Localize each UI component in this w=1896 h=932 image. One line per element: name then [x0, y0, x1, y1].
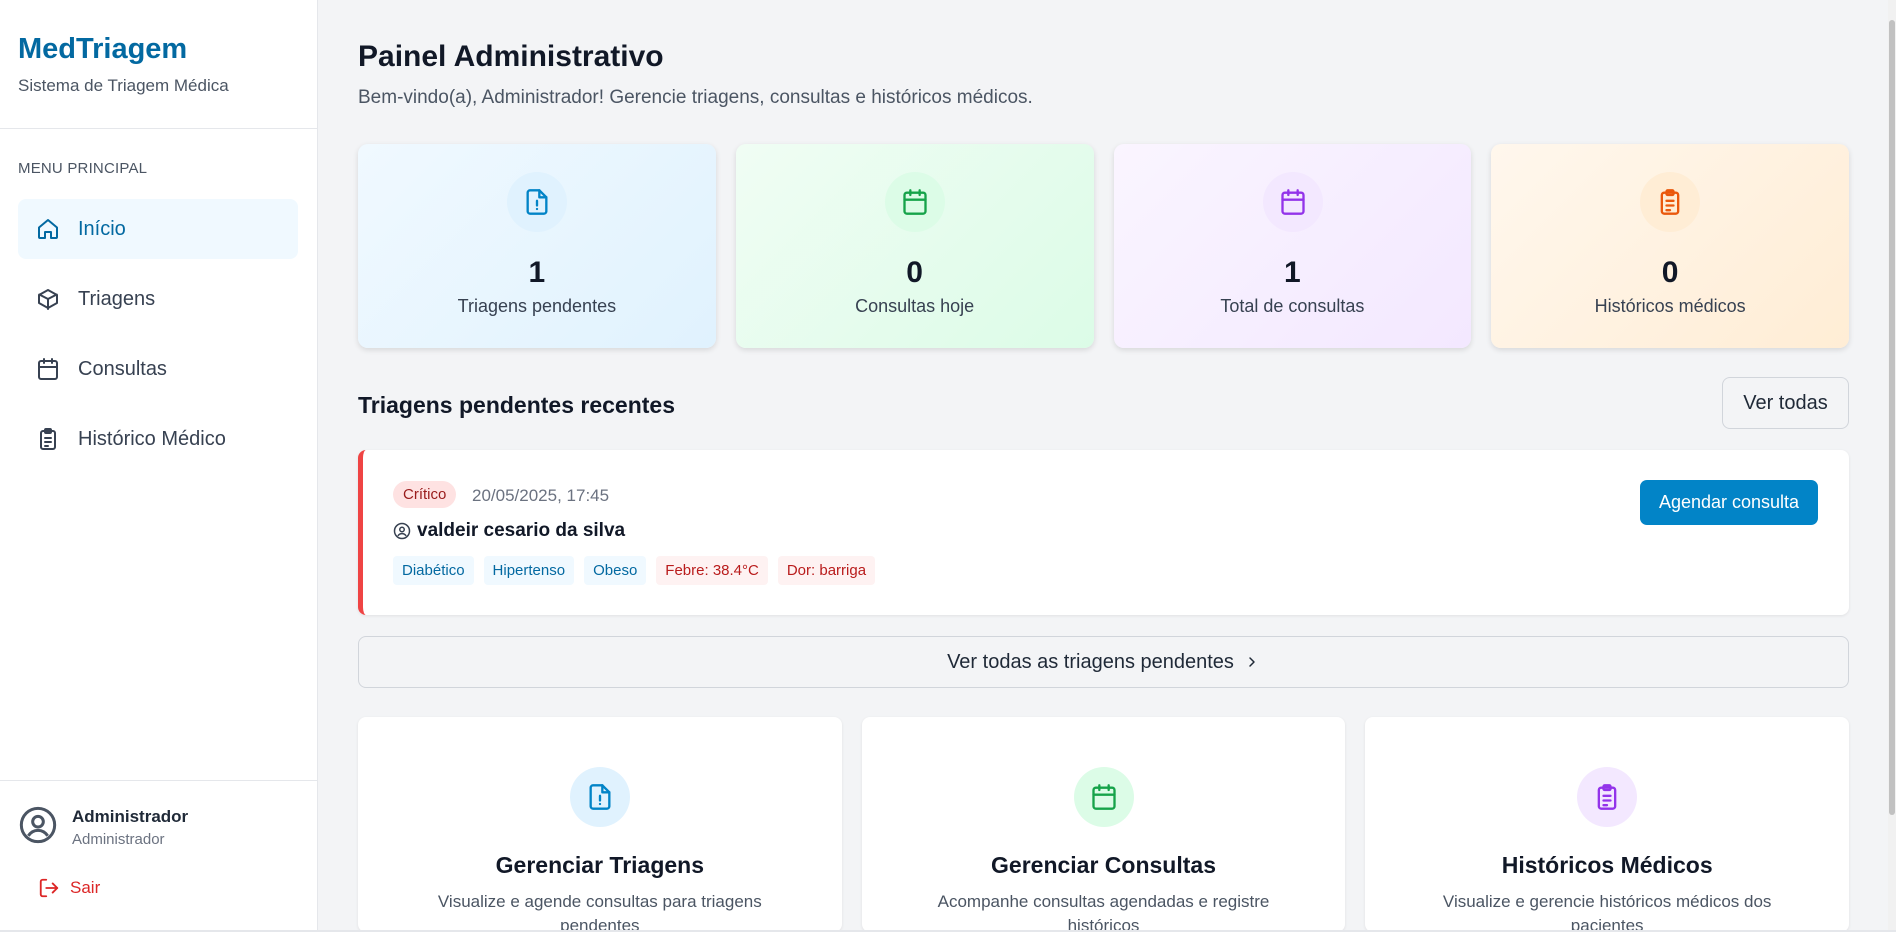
action-card-triagens[interactable]: Gerenciar Triagens Visualize e agende co… [358, 717, 842, 932]
logout-icon [39, 878, 59, 898]
symptom-tag: Febre: 38.4°C [656, 556, 768, 585]
condition-tag: Hipertenso [483, 556, 575, 585]
triage-datetime: 20/05/2025, 17:45 [472, 486, 610, 505]
stat-value: 0 [906, 256, 923, 289]
sidebar-item-label: Consultas [78, 357, 167, 380]
view-pending-triages-button[interactable]: Ver todas as triagens pendentes [358, 636, 1849, 688]
stat-card-total-consultas: 1 Total de consultas [1113, 144, 1472, 348]
brand-title[interactable]: MedTriagem [18, 34, 299, 64]
clipboard-icon [1577, 767, 1638, 827]
stat-value: 1 [528, 256, 546, 289]
sidebar-item-historico[interactable]: Histórico Médico [18, 409, 298, 469]
action-title: Gerenciar Consultas [991, 852, 1216, 878]
stat-card-triagens: 1 Triagens pendentes [358, 144, 716, 348]
stat-label: Históricos médicos [1594, 296, 1746, 316]
user-info: Administrador Administrador [18, 805, 188, 850]
brand: MedTriagem Sistema de Triagem Médica [0, 0, 317, 129]
view-pending-label: Ver todas as triagens pendentes [947, 650, 1234, 673]
sidebar-item-label: Triagens [78, 287, 156, 310]
logout-button[interactable]: Sair [38, 877, 100, 899]
user-circle-icon [393, 522, 411, 540]
action-cards: Gerenciar Triagens Visualize e agende co… [358, 717, 1850, 932]
chevron-right-icon [1249, 657, 1255, 667]
action-description: Visualize e gerencie históricos médicos … [1442, 892, 1772, 932]
action-description: Acompanhe consultas agendadas e registre… [937, 892, 1270, 932]
triage-tags: Diabético Hipertenso Obeso Febre: 38.4°C… [393, 556, 876, 585]
brand-subtitle: Sistema de Triagem Médica [18, 76, 229, 95]
sidebar-item-inicio[interactable]: Início [18, 199, 298, 259]
sidebar-item-label: Histórico Médico [78, 427, 226, 450]
clipboard-icon [1640, 172, 1701, 232]
stat-card-consultas-hoje: 0 Consultas hoje [735, 144, 1094, 348]
sidebar: MedTriagem Sistema de Triagem Médica MEN… [0, 0, 318, 932]
user-block: Administrador Administrador Sair [0, 780, 318, 932]
action-title: Históricos Médicos [1501, 852, 1713, 878]
stat-value: 0 [1661, 256, 1679, 289]
sidebar-nav: Início Triagens Consultas Histórico Médi… [18, 199, 298, 479]
schedule-consult-button[interactable]: Agendar consulta [1640, 480, 1818, 525]
page-title: Painel Administrativo [358, 40, 664, 73]
clipboard-icon [36, 427, 60, 451]
stat-label: Total de consultas [1220, 296, 1365, 316]
stat-value: 1 [1284, 256, 1301, 289]
user-role: Administrador [72, 831, 165, 848]
logout-label: Sair [70, 878, 101, 897]
home-icon [36, 217, 60, 241]
page-subtitle: Bem-vindo(a), Administrador! Gerencie tr… [358, 87, 1033, 108]
calendar-icon [1073, 767, 1134, 827]
calendar-icon [884, 172, 945, 232]
patient-name-text: valdeir cesario da silva [417, 520, 626, 541]
file-alert-icon [507, 172, 567, 232]
stats-row: 1 Triagens pendentes 0 Consultas hoje 1 … [358, 144, 1849, 348]
action-card-consultas[interactable]: Gerenciar Consultas Acompanhe consultas … [861, 717, 1346, 932]
calendar-icon [1262, 172, 1323, 232]
symptom-tag: Dor: barriga [777, 556, 876, 585]
user-circle-icon [18, 805, 58, 850]
condition-tag: Obeso [584, 556, 647, 585]
severity-badge: Crítico [393, 481, 457, 508]
view-all-button[interactable]: Ver todas [1722, 377, 1849, 429]
calendar-icon [36, 357, 60, 381]
page-scrollbar[interactable] [1888, 0, 1896, 932]
sidebar-item-label: Início [78, 217, 126, 240]
section-title: Triagens pendentes recentes [358, 392, 676, 418]
action-card-historicos[interactable]: Históricos Médicos Visualize e gerencie … [1365, 717, 1850, 932]
triage-card: Crítico 20/05/2025, 17:45 valdeir cesari… [358, 450, 1849, 615]
patient-name: valdeir cesario da silva [393, 520, 625, 542]
stat-label: Consultas hoje [855, 296, 975, 316]
sidebar-item-consultas[interactable]: Consultas [18, 339, 298, 399]
file-alert-icon [570, 767, 630, 827]
box-icon [36, 287, 60, 311]
sidebar-item-triagens[interactable]: Triagens [18, 269, 298, 329]
condition-tag: Diabético [393, 556, 474, 585]
scrollbar-thumb[interactable] [1889, 20, 1895, 815]
user-name: Administrador [72, 807, 189, 826]
action-title: Gerenciar Triagens [495, 852, 705, 878]
menu-heading: MENU PRINCIPAL [18, 160, 148, 177]
stat-label: Triagens pendentes [457, 296, 617, 316]
action-description: Visualize e agende consultas para triage… [437, 892, 762, 932]
stat-card-historicos: 0 Históricos médicos [1491, 144, 1849, 348]
